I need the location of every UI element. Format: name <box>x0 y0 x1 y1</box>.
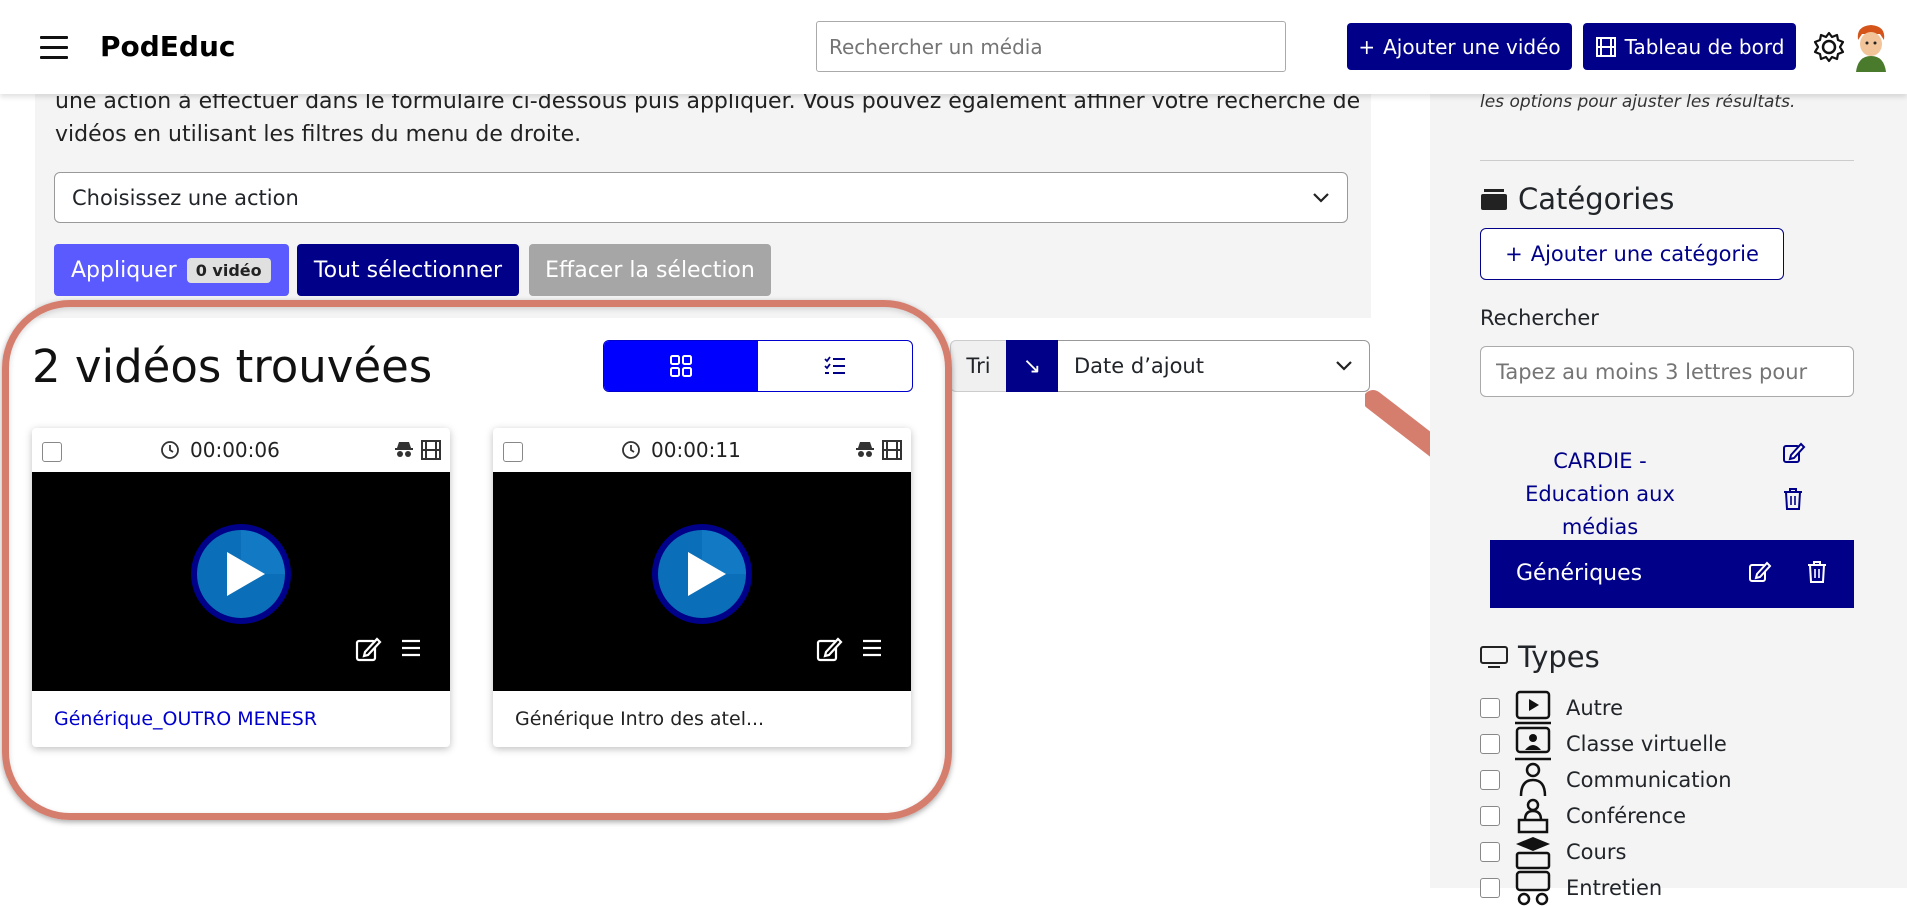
card-header: 00:00:11 <box>493 428 911 472</box>
clock-icon <box>622 441 640 459</box>
type-checkbox[interactable] <box>1480 698 1500 718</box>
type-filter-item[interactable]: Classe virtuelle <box>1480 726 1732 762</box>
instructions-text: une action à effectuer dans le formulair… <box>55 89 1361 147</box>
grid-view-toggle[interactable] <box>604 341 758 391</box>
more-menu-icon[interactable] <box>398 635 424 661</box>
category-search-label: Rechercher <box>1480 306 1599 330</box>
filters-sidebar: les options pour ajuster les résultats. … <box>1430 60 1907 906</box>
plus-icon: + <box>1358 34 1376 59</box>
more-menu-icon[interactable] <box>859 635 885 661</box>
video-thumbnail[interactable] <box>32 472 450 691</box>
add-category-button[interactable]: + Ajouter une catégorie <box>1480 228 1784 280</box>
clear-selection-button[interactable]: Effacer la sélection <box>529 244 771 296</box>
category-item-active[interactable]: Génériques <box>1490 540 1854 608</box>
type-filter-item[interactable]: Autre <box>1480 690 1732 726</box>
type-checkbox[interactable] <box>1480 878 1500 898</box>
trash-icon[interactable] <box>1782 487 1804 511</box>
folder-icon <box>1481 189 1507 210</box>
results-count-title: 2 vidéos trouvées <box>32 340 433 393</box>
types-heading: Types <box>1480 640 1600 674</box>
category-item[interactable]: CARDIE - Education aux médias <box>1500 445 1700 544</box>
search-input[interactable] <box>816 21 1286 72</box>
menu-icon[interactable] <box>40 36 68 60</box>
dashboard-button[interactable]: Tableau de bord <box>1583 23 1796 70</box>
type-filter-item[interactable]: Conférence <box>1480 798 1732 834</box>
edit-icon[interactable] <box>815 635 843 663</box>
type-checkbox[interactable] <box>1480 842 1500 862</box>
video-title-link[interactable]: Générique_OUTRO MENESR <box>54 708 317 730</box>
trash-icon[interactable] <box>1806 560 1828 584</box>
play-icon[interactable] <box>189 522 293 626</box>
chevron-down-icon <box>1313 192 1329 203</box>
plus-icon: + <box>1505 242 1523 266</box>
divider <box>1480 160 1854 161</box>
types-list: Autre Classe virtuelle Communication Con… <box>1480 690 1732 906</box>
top-header: PodEduc + Ajouter une vidéo Tableau de b… <box>0 0 1907 94</box>
video-type-icon <box>1515 690 1551 725</box>
video-select-checkbox[interactable] <box>503 442 523 462</box>
video-select-checkbox[interactable] <box>42 442 62 462</box>
interview-icon <box>1515 870 1551 906</box>
communication-icon <box>1519 762 1547 797</box>
grid-icon <box>670 355 692 377</box>
type-checkbox[interactable] <box>1480 806 1500 826</box>
film-icon <box>421 440 441 460</box>
categories-heading: Catégories <box>1480 182 1674 216</box>
apply-button[interactable]: Appliquer 0 vidéo <box>54 244 289 296</box>
clock-icon <box>161 441 179 459</box>
video-duration: 00:00:06 <box>160 438 280 462</box>
chevron-down-icon <box>1336 361 1352 371</box>
film-icon <box>882 440 902 460</box>
type-checkbox[interactable] <box>1480 734 1500 754</box>
type-filter-item[interactable]: Entretien <box>1480 870 1732 906</box>
list-icon <box>824 356 845 374</box>
incognito-icon <box>856 442 874 457</box>
selected-count-badge: 0 vidéo <box>186 257 271 283</box>
video-card[interactable]: 00:00:11 Générique Intro des atel... <box>493 428 911 747</box>
batch-actions-panel: une action à effectuer dans le formulair… <box>35 60 1371 318</box>
card-header: 00:00:06 <box>32 428 450 472</box>
video-card[interactable]: 00:00:06 Générique_OUTRO MENESR <box>32 428 450 747</box>
video-thumbnail[interactable] <box>493 472 911 691</box>
type-checkbox[interactable] <box>1480 770 1500 790</box>
sort-select[interactable]: Date d’ajout <box>1058 340 1370 392</box>
monitor-icon <box>1480 646 1508 668</box>
film-icon <box>1595 36 1616 57</box>
sort-direction-button[interactable]: ↘ <box>1006 340 1058 392</box>
edit-icon[interactable] <box>1782 441 1806 465</box>
incognito-icon <box>395 442 413 457</box>
sort-label: Tri <box>950 340 1006 392</box>
virtual-class-icon <box>1515 726 1551 761</box>
brand-logo[interactable]: PodEduc <box>100 30 236 63</box>
sidebar-hint: les options pour ajuster les résultats. <box>1480 92 1796 112</box>
add-video-button[interactable]: + Ajouter une vidéo <box>1347 23 1572 70</box>
list-view-toggle[interactable] <box>758 341 912 391</box>
view-toggle <box>603 340 913 392</box>
type-filter-item[interactable]: Communication <box>1480 762 1732 798</box>
course-icon <box>1515 837 1551 870</box>
edit-icon[interactable] <box>1748 560 1772 584</box>
category-search-input[interactable] <box>1480 346 1854 397</box>
avatar[interactable] <box>1850 22 1892 72</box>
play-icon[interactable] <box>650 522 754 626</box>
gear-icon[interactable] <box>1812 30 1846 64</box>
video-duration: 00:00:11 <box>621 438 741 462</box>
type-filter-item[interactable]: Cours <box>1480 834 1732 870</box>
conference-icon <box>1517 798 1549 834</box>
action-select[interactable]: Choisissez une action <box>54 172 1348 223</box>
video-title-link[interactable]: Générique Intro des atel... <box>515 708 764 730</box>
select-all-button[interactable]: Tout sélectionner <box>297 244 519 296</box>
edit-icon[interactable] <box>354 635 382 663</box>
